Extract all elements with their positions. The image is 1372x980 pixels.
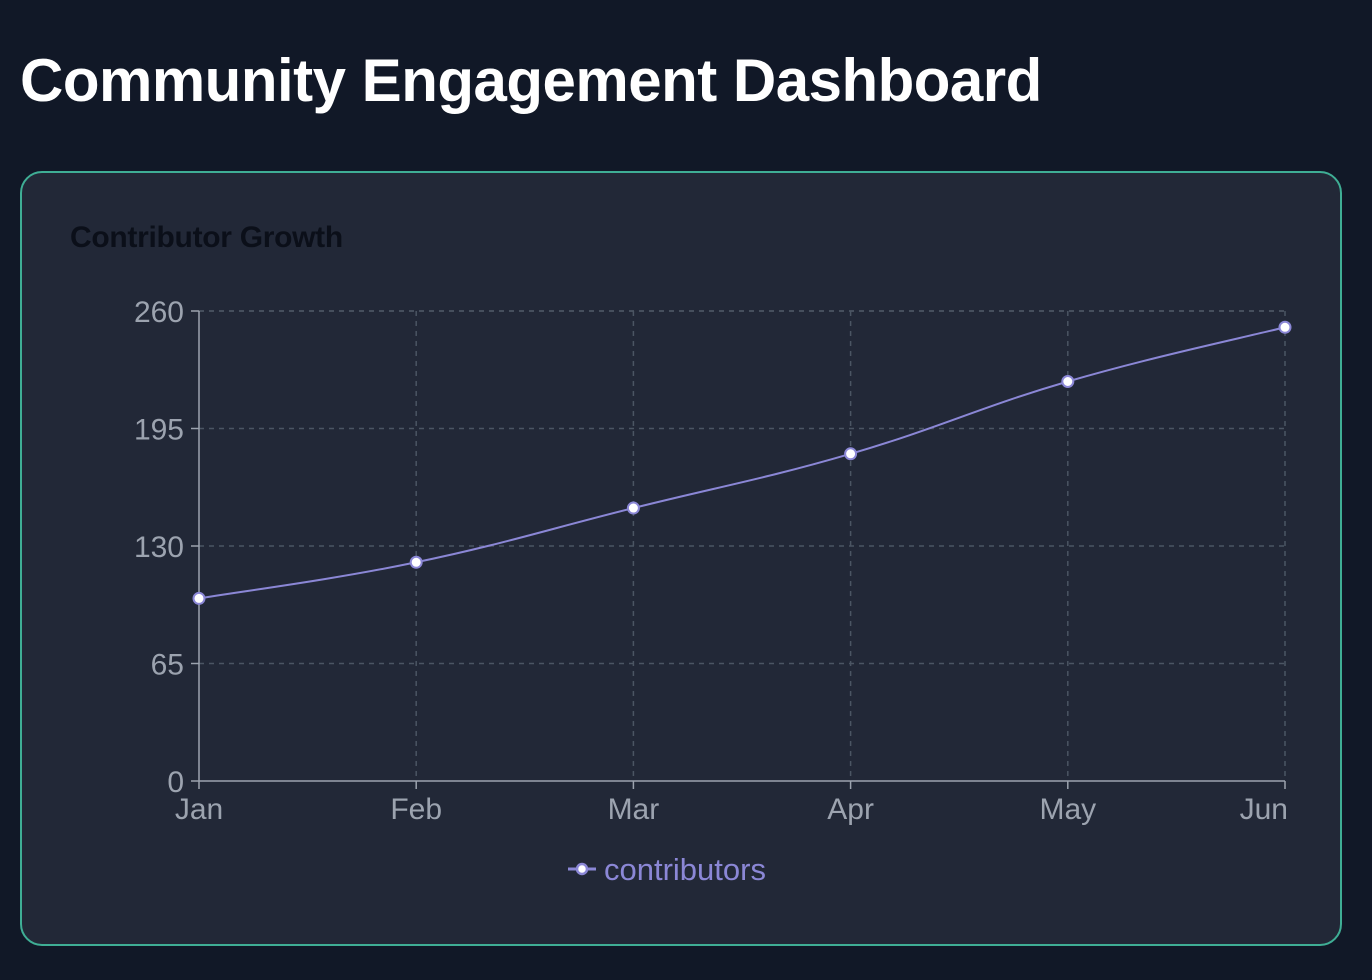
chart-legend[interactable]: contributors bbox=[568, 852, 766, 887]
grid-lines bbox=[199, 310, 1286, 781]
data-point bbox=[1278, 320, 1292, 334]
legend-marker-swatch bbox=[575, 862, 589, 876]
page-title: Community Engagement Dashboard bbox=[20, 47, 1042, 114]
data-point bbox=[192, 591, 206, 605]
x-tick-label: Jan bbox=[175, 793, 223, 826]
x-tick-label: Jun bbox=[1240, 793, 1288, 826]
chart-axes: 065130195260Jan Feb Mar Apr May Jun bbox=[134, 296, 1288, 826]
x-tick-label: Feb bbox=[390, 793, 442, 826]
x-tick-label: May bbox=[1039, 793, 1096, 826]
series-contributors bbox=[192, 320, 1292, 605]
y-tick-label: 195 bbox=[134, 414, 184, 447]
x-tick-label: Apr bbox=[827, 793, 874, 826]
y-tick-label: 260 bbox=[134, 296, 184, 329]
data-point bbox=[409, 555, 423, 569]
data-point bbox=[1061, 375, 1075, 388]
y-tick-label: 65 bbox=[151, 649, 184, 682]
series-line bbox=[198, 326, 1286, 600]
data-point bbox=[626, 501, 640, 515]
y-tick-label: 130 bbox=[134, 531, 184, 564]
line-chart: 065130195260Jan Feb Mar Apr May Jun contribut… bbox=[134, 296, 1292, 887]
legend-label: contributors bbox=[604, 852, 766, 887]
data-point bbox=[844, 447, 858, 461]
x-tick-label: Mar bbox=[608, 793, 660, 826]
chart-card: Contributor Growth 0 65 130 195 260 Jan Feb Mar… bbox=[20, 171, 1342, 946]
dashboard-page: Community Engagement Dashboard Contribut… bbox=[0, 0, 1372, 980]
